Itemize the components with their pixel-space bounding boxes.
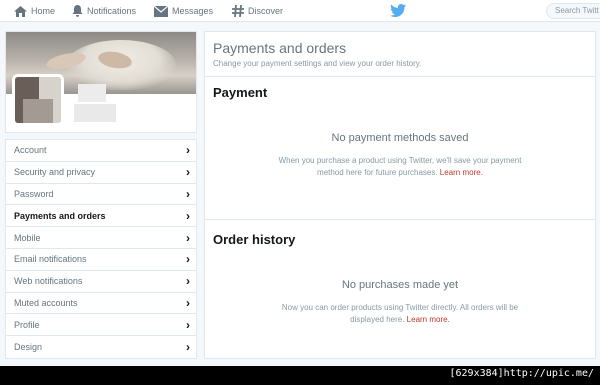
menu-item-design[interactable]: Design › [6,336,196,358]
payment-learn-more-link[interactable]: Learn more. [440,168,483,177]
settings-menu: Account › Security and privacy › Passwor… [5,139,197,359]
menu-item-label: Account [14,145,47,156]
chevron-right-icon: › [186,186,190,201]
menu-item-label: Payments and orders [14,210,106,221]
orders-description-text: displayed here. [350,315,405,324]
payment-description: When you purchase a product using Twitte… [245,155,555,179]
page-title: Payments and orders [213,40,347,56]
chevron-right-icon: › [186,165,190,180]
menu-item-email-notifications[interactable]: Email notifications › [6,249,196,271]
nav-messages[interactable]: Messages [154,0,213,22]
orders-description-line: displayed here. Learn more. [245,314,555,326]
envelope-icon [154,5,168,17]
menu-item-mobile[interactable]: Mobile › [6,227,196,249]
menu-item-label: Email notifications [14,254,87,265]
profile-name-redacted [78,84,106,102]
menu-item-label: Profile [14,319,40,330]
profile-handle-redacted [74,104,116,122]
top-navigation: Home Notifications Messages Discover Sea… [0,0,600,22]
browser-screen: Home Notifications Messages Discover Sea… [0,0,600,366]
chevron-right-icon: › [186,143,190,158]
nav-discover[interactable]: Discover [232,0,283,22]
profile-card[interactable] [5,31,197,133]
main-panel: Payments and orders Change your payment … [204,31,596,359]
order-history-heading: Order history [213,232,296,247]
chevron-right-icon: › [186,317,190,332]
avatar[interactable] [12,74,64,126]
payment-description-line: When you purchase a product using Twitte… [278,156,522,165]
chevron-right-icon: › [186,252,190,267]
bell-icon [72,5,83,17]
menu-item-label: Web notifications [14,276,83,287]
menu-item-label: Muted accounts [14,297,78,308]
orders-learn-more-link[interactable]: Learn more. [407,315,450,324]
nav-home[interactable]: Home [14,0,55,22]
chevron-right-icon: › [186,340,190,355]
hashtag-icon [232,5,244,17]
avatar-pixelation [23,99,53,123]
payment-empty-title: No payment methods saved [331,132,469,144]
menu-item-web-notifications[interactable]: Web notifications › [6,271,196,293]
payment-description-text: method here for future purchases. [317,168,438,177]
menu-item-label: Password [14,188,54,199]
menu-item-label: Security and privacy [14,167,96,178]
menu-item-account[interactable]: Account › [6,140,196,162]
menu-item-security[interactable]: Security and privacy › [6,162,196,184]
menu-item-muted-accounts[interactable]: Muted accounts › [6,293,196,315]
nav-messages-label: Messages [172,6,214,16]
chevron-right-icon: › [186,295,190,310]
menu-item-label: Mobile [14,232,41,243]
orders-description: Now you can order products using Twitter… [245,302,555,326]
chevron-right-icon: › [186,208,190,223]
menu-item-payments[interactable]: Payments and orders › [6,205,196,228]
page-subtitle: Change your payment settings and view yo… [213,59,422,68]
nav-notifications[interactable]: Notifications [72,0,136,22]
orders-description-line: Now you can order products using Twitter… [281,303,519,312]
bird-icon [390,4,406,17]
nav-discover-label: Discover [248,6,284,16]
payment-heading: Payment [213,85,268,100]
watermark-text: [629x384]http://upic.me/ [449,368,595,379]
page-header: Payments and orders Change your payment … [205,32,595,77]
nav-home-label: Home [31,6,56,16]
orders-empty-title: No purchases made yet [341,279,459,291]
twitter-logo[interactable] [390,4,406,22]
menu-item-label: Design [14,342,43,353]
payment-description-line: method here for future purchases. Learn … [245,167,555,179]
nav-notifications-label: Notifications [87,6,137,16]
section-divider [205,219,595,220]
chevron-right-icon: › [186,230,190,245]
search-input[interactable]: Search Twitt [546,3,600,19]
home-icon [14,5,27,17]
chevron-right-icon: › [186,274,190,289]
menu-item-password[interactable]: Password › [6,184,196,206]
menu-item-profile[interactable]: Profile › [6,314,196,337]
